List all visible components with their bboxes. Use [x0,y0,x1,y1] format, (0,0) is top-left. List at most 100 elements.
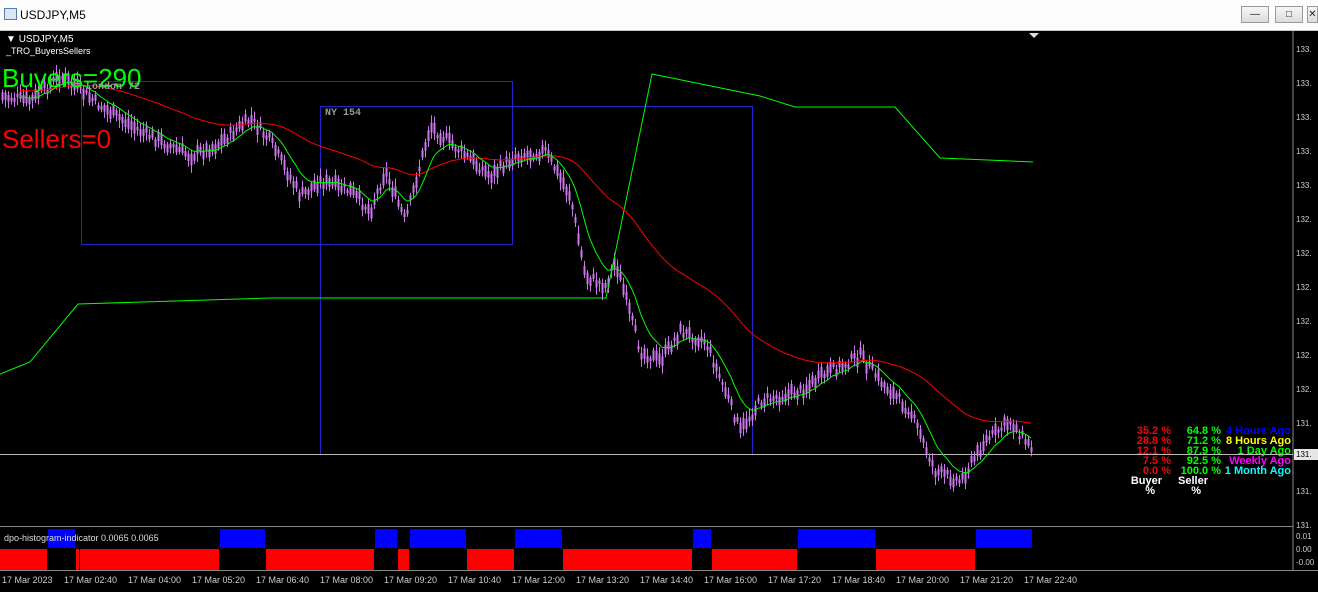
candle-body [127,117,130,129]
time-label: 17 Mar 06:40 [256,575,310,585]
candle-body [355,190,358,199]
candle-body [964,472,967,484]
candle-body [562,177,565,190]
candle-body [13,97,16,103]
chart-area[interactable]: ▼ USDJPY,M5 _TRO_BuyersSellers Buyers=29… [0,31,1318,592]
candle-body [310,183,313,192]
candle-body [529,150,532,162]
candle-body [196,144,199,155]
candle-body [247,119,250,124]
candle-body [457,149,460,153]
candle-body [460,145,463,151]
candle-body [232,130,235,140]
candle-body [385,167,388,177]
maximize-button[interactable]: □ [1275,6,1303,23]
minimize-button[interactable]: — [1241,6,1269,23]
price-label: 131. [1296,419,1312,428]
candle-body [283,159,286,170]
price-label: 132. [1296,385,1312,394]
candle-body [772,396,775,401]
candle-body [643,348,646,359]
candle-body [235,127,238,132]
shift-marker-icon[interactable] [1029,33,1039,38]
price-label: 133. [1296,79,1312,88]
time-label: 17 Mar 14:40 [640,575,694,585]
candle-body [622,283,625,296]
close-button[interactable]: ✕ [1307,6,1318,23]
candle-body [574,216,577,223]
candle-body [649,357,652,362]
chart-symbol-label[interactable]: ▼ USDJPY,M5 [6,34,74,45]
price-label: 133. [1296,113,1312,122]
candle-body [757,397,760,402]
london-session-box [81,81,513,245]
fast-moving-average [19,81,1032,474]
candle-body [652,350,655,360]
candle-body [100,105,103,110]
candle-body [208,148,211,158]
candle-body [400,206,403,213]
candle-body [1024,439,1027,445]
candle-body [655,350,658,361]
candle-body [775,394,778,399]
candle-body [115,109,118,116]
time-label: 17 Mar 12:00 [512,575,566,585]
candle-body [712,362,715,368]
time-label: 17 Mar 2023 [2,575,53,585]
candle-body [796,389,799,400]
price-chart[interactable] [0,31,1318,592]
candle-body [577,233,580,245]
candle-body [304,188,307,195]
candle-body [22,95,25,104]
candle-body [118,114,121,121]
candle-body [274,144,277,157]
time-label: 17 Mar 18:40 [832,575,886,585]
candle-body [961,472,964,480]
candle-body [412,185,415,193]
candle-body [493,164,496,177]
candle-body [982,441,985,452]
candle-body [517,153,520,162]
candle-body [790,383,793,395]
candle-body [472,153,475,165]
candle-body [658,353,661,365]
candle-body [415,176,418,189]
candle-body [934,470,937,478]
candle-body [928,457,931,462]
candle-body [817,370,820,379]
candle-body [313,180,316,190]
candle-body [883,382,886,388]
candle-body [823,373,826,379]
candle-body [715,363,718,372]
candle-body [349,182,352,195]
price-label: 132. [1296,283,1312,292]
candle-body [601,283,604,294]
candle-body [991,429,994,435]
candle-body [724,387,727,397]
candle-body [190,153,193,166]
candle-body [361,204,364,211]
candle-body [193,154,196,161]
time-label: 17 Mar 02:40 [64,575,118,585]
candle-body [943,469,946,478]
candle-body [124,119,127,127]
candle-body [829,362,832,373]
candle-body [91,97,94,102]
candle-body [697,337,700,348]
candle-body [130,120,133,131]
candle-body [970,456,973,464]
candle-body [814,377,817,389]
candle-body [184,151,187,157]
candle-body [346,190,349,194]
candle-body [919,429,922,439]
histogram-bar-up [375,529,397,548]
candle-body [682,332,685,338]
candle-body [139,129,142,136]
candle-body [280,154,283,161]
candle-body [7,94,10,102]
candle-body [319,175,322,183]
candle-body [976,444,979,456]
candle-body [442,136,445,143]
candle-body [307,189,310,196]
candle-body [214,144,217,155]
